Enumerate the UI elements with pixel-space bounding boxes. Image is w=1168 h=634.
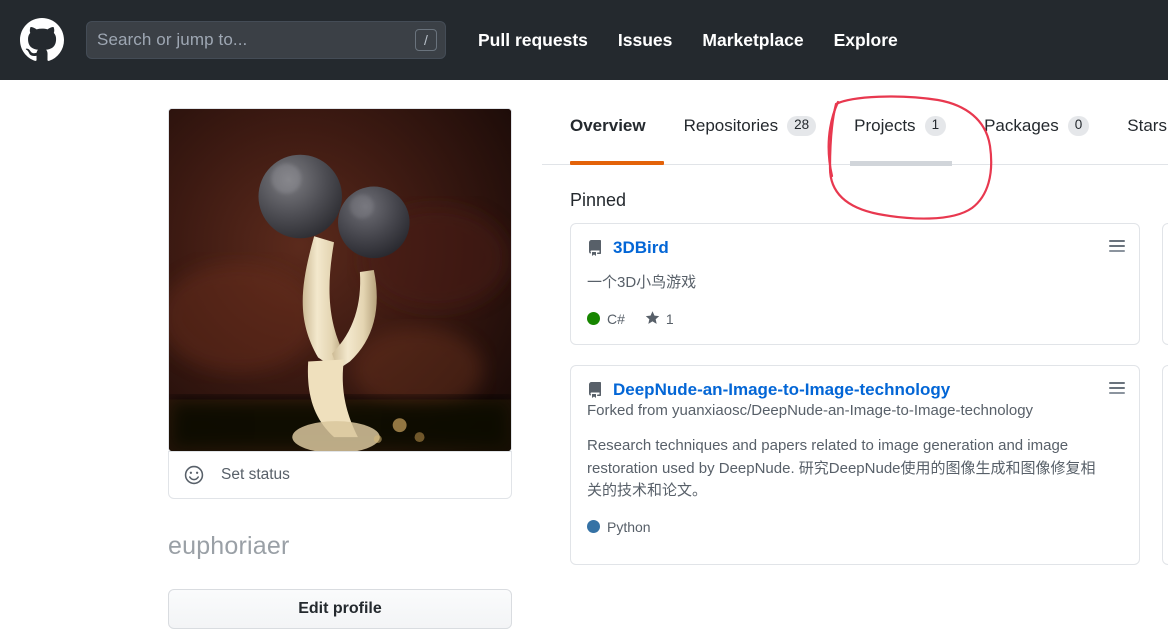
tab-selected-underline <box>570 161 664 165</box>
repo-icon <box>589 382 601 398</box>
pinned-card[interactable] <box>1162 365 1168 565</box>
search-placeholder: Search or jump to... <box>97 30 248 49</box>
pinned-card-description: Research techniques and papers related t… <box>587 437 1096 499</box>
pinned-card[interactable] <box>1162 223 1168 345</box>
nav-issues[interactable]: Issues <box>618 30 672 51</box>
grabber-icon[interactable] <box>1109 382 1125 394</box>
language-color-dot <box>587 312 600 325</box>
pinned-card-stars[interactable]: 1 <box>645 311 674 327</box>
pinned-card-meta: Python <box>587 519 1123 535</box>
edit-profile-button[interactable]: Edit profile <box>168 588 512 629</box>
pinned-card-forked-from: Forked from yuanxiaosc/DeepNude-an-Image… <box>587 402 1034 419</box>
profile-tabs: Overview Repositories 28 Projects 1 Pack… <box>542 80 1168 166</box>
tab-projects-count: 1 <box>924 116 947 136</box>
tab-stars[interactable]: Stars <box>1108 106 1168 146</box>
repo-icon <box>589 240 601 256</box>
set-status-label: Set status <box>221 466 290 483</box>
grabber-icon[interactable] <box>1109 240 1125 252</box>
tab-overview[interactable]: Overview <box>542 106 665 146</box>
tab-projects[interactable]: Projects 1 <box>835 106 965 146</box>
pinned-card-star-count: 1 <box>665 310 674 327</box>
tab-packages[interactable]: Packages 0 <box>965 106 1108 146</box>
nav-pull-requests[interactable]: Pull requests <box>478 30 588 51</box>
nav-marketplace[interactable]: Marketplace <box>702 30 803 51</box>
tab-packages-count: 0 <box>1067 116 1090 136</box>
pinned-card-description: 一个3D小鸟游戏 <box>587 274 697 291</box>
pinned-card-repo-name[interactable]: 3DBird <box>613 238 669 258</box>
pinned-card-title-row: 3DBird <box>587 238 1123 258</box>
search-input[interactable]: Search or jump to... / <box>86 21 446 59</box>
tab-repositories-label: Repositories <box>683 116 779 135</box>
header-nav: Pull requests Issues Marketplace Explore <box>478 30 898 51</box>
pinned-grid: 3DBird 一个3D小鸟游戏 C# 1 DeepNude-an-Image-t… <box>570 223 1168 565</box>
tab-packages-label: Packages <box>984 116 1059 135</box>
tab-repositories[interactable]: Repositories 28 <box>665 106 836 146</box>
pinned-card-repo-name[interactable]: DeepNude-an-Image-to-Image-technology <box>613 380 950 400</box>
pinned-heading: Pinned <box>570 190 627 210</box>
pinned-column-1: 3DBird 一个3D小鸟游戏 C# 1 DeepNude-an-Image-t… <box>570 223 1140 565</box>
pinned-card-language: Python <box>587 519 651 535</box>
pinned-card[interactable]: DeepNude-an-Image-to-Image-technology Fo… <box>570 365 1140 565</box>
nav-explore[interactable]: Explore <box>834 30 898 51</box>
profile-sidebar: Set status euphoriaer Edit profile <box>168 108 512 629</box>
pinned-card-meta: C# 1 <box>587 311 1123 327</box>
pinned-column-2 <box>1162 223 1168 565</box>
profile-username: euphoriaer <box>168 532 290 560</box>
tab-overview-label: Overview <box>570 116 646 135</box>
profile-main: Overview Repositories 28 Projects 1 Pack… <box>542 80 1168 634</box>
pinned-card[interactable]: 3DBird 一个3D小鸟游戏 C# 1 <box>570 223 1140 345</box>
profile-page: Set status euphoriaer Edit profile Overv… <box>0 80 1168 634</box>
avatar[interactable] <box>168 108 512 452</box>
global-header: Search or jump to... / Pull requests Iss… <box>0 0 1168 80</box>
tab-projects-label: Projects <box>854 116 916 135</box>
pinned-card-language-label: C# <box>607 310 625 327</box>
pinned-card-language-label: Python <box>607 518 651 535</box>
star-icon <box>645 311 660 324</box>
set-status-button[interactable]: Set status <box>168 451 512 499</box>
pinned-card-title-row: DeepNude-an-Image-to-Image-technology <box>587 380 1123 400</box>
pinned-card-language: C# <box>587 311 625 327</box>
search-shortcut-key: / <box>415 29 437 51</box>
tabs-scrollbar-thumb[interactable] <box>850 161 952 166</box>
language-color-dot <box>587 520 600 533</box>
github-mark-icon[interactable] <box>20 18 64 62</box>
smiley-icon <box>184 465 204 485</box>
tab-stars-label: Stars <box>1127 116 1167 135</box>
tab-repositories-count: 28 <box>787 116 817 136</box>
